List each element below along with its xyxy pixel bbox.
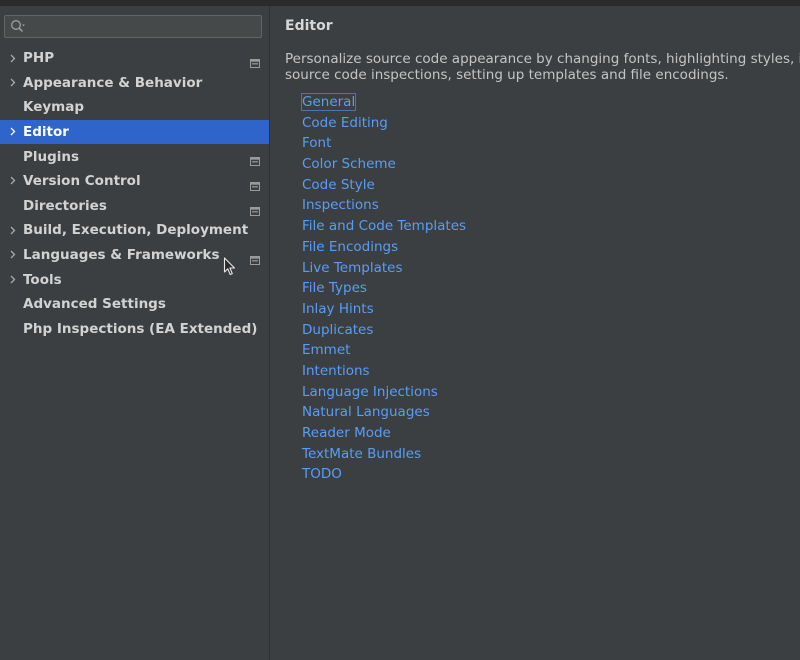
settings-search-box[interactable]	[4, 15, 262, 38]
link-color-scheme[interactable]: Color Scheme	[302, 154, 466, 175]
link-emmet[interactable]: Emmet	[302, 340, 466, 361]
sidebar-item-build-execution-deployment[interactable]: Build, Execution, Deployment	[0, 218, 269, 243]
sidebar-item-php-inspections-ea-extended[interactable]: Php Inspections (EA Extended)	[0, 317, 269, 342]
sidebar-item-label: Keymap	[23, 99, 85, 116]
page-description: Personalize source code appearance by ch…	[285, 51, 800, 83]
link-label: Emmet	[302, 342, 351, 359]
link-code-style[interactable]: Code Style	[302, 175, 466, 196]
mouse-pointer-icon	[223, 257, 236, 276]
sidebar-item-advanced-settings[interactable]: Advanced Settings	[0, 292, 269, 317]
settings-tree: PHP Appearance & Behavior Keymap Editor Plug…	[0, 46, 269, 341]
sidebar-item-label: Php Inspections (EA Extended)	[23, 320, 258, 337]
sidebar-item-label: Tools	[23, 271, 62, 288]
link-label: Inlay Hints	[302, 300, 374, 317]
sidebar-item-label: Directories	[23, 197, 107, 214]
chevron-right-icon[interactable]	[8, 218, 18, 242]
sidebar-item-label: Editor	[23, 124, 69, 141]
sidebar-item-directories[interactable]: Directories	[0, 194, 269, 219]
link-label: Inspections	[302, 197, 379, 214]
link-label: File and Code Templates	[302, 218, 467, 235]
link-label: Color Scheme	[302, 156, 396, 173]
search-icon[interactable]	[10, 19, 26, 34]
description-line-1: Personalize source code appearance by ch…	[285, 51, 800, 67]
link-label: Intentions	[302, 362, 370, 379]
link-label: TODO	[302, 466, 342, 483]
page-title: Editor	[285, 18, 333, 34]
link-label: Font	[302, 135, 332, 152]
link-reader-mode[interactable]: Reader Mode	[302, 423, 466, 444]
link-intentions[interactable]: Intentions	[302, 361, 466, 382]
link-file-encodings[interactable]: File Encodings	[302, 237, 466, 258]
chevron-right-icon[interactable]	[8, 71, 18, 95]
link-label: TextMate Bundles	[302, 445, 422, 462]
chevron-right-icon[interactable]	[8, 267, 18, 291]
chevron-right-icon[interactable]	[8, 169, 18, 193]
sidebar-item-appearance-and-behavior[interactable]: Appearance & Behavior	[0, 71, 269, 96]
link-inlay-hints[interactable]: Inlay Hints	[302, 299, 466, 320]
sidebar-item-plugins[interactable]: Plugins	[0, 144, 269, 169]
link-duplicates[interactable]: Duplicates	[302, 320, 466, 341]
link-label: General	[300, 93, 357, 111]
sidebar-item-label: PHP	[23, 50, 55, 67]
link-language-injections[interactable]: Language Injections	[302, 382, 466, 403]
link-code-editing[interactable]: Code Editing	[302, 113, 466, 134]
sidebar-item-label: Appearance & Behavior	[23, 74, 203, 91]
subpage-links: General Code Editing Font Color Scheme Code …	[300, 92, 466, 485]
sidebar-item-label: Advanced Settings	[23, 296, 166, 313]
project-scope-icon	[250, 176, 260, 191]
sidebar-item-keymap[interactable]: Keymap	[0, 95, 269, 120]
search-input[interactable]	[29, 18, 257, 35]
link-label: Code Editing	[302, 114, 388, 131]
project-scope-icon	[250, 53, 260, 68]
sidebar-item-label: Plugins	[23, 148, 80, 165]
link-natural-languages[interactable]: Natural Languages	[302, 402, 466, 423]
chevron-right-icon[interactable]	[8, 120, 18, 144]
project-scope-icon	[250, 201, 260, 216]
link-inspections[interactable]: Inspections	[302, 195, 466, 216]
link-font[interactable]: Font	[302, 133, 466, 154]
link-label: Reader Mode	[302, 425, 391, 441]
link-todo[interactable]: TODO	[302, 464, 466, 485]
chevron-right-icon[interactable]	[8, 46, 18, 70]
description-line-2: source code inspections, setting up temp…	[285, 67, 729, 83]
link-label: File Types	[302, 280, 367, 297]
link-label: Language Injections	[302, 383, 438, 400]
sidebar-item-version-control[interactable]: Version Control	[0, 169, 269, 194]
settings-sidebar: PHP Appearance & Behavior Keymap Editor Plug…	[0, 6, 269, 660]
link-label: Natural Languages	[302, 404, 430, 421]
link-label: Live Templates	[302, 259, 403, 276]
sidebar-item-label: Languages & Frameworks	[23, 247, 220, 264]
sidebar-item-php[interactable]: PHP	[0, 46, 269, 71]
editor-settings-page: Editor Personalize source code appearanc…	[270, 6, 800, 660]
link-label: Duplicates	[302, 321, 374, 338]
link-textmate-bundles[interactable]: TextMate Bundles	[302, 444, 466, 465]
link-live-templates[interactable]: Live Templates	[302, 258, 466, 279]
project-scope-icon	[250, 250, 260, 265]
chevron-right-icon[interactable]	[8, 243, 18, 267]
sidebar-item-label: Build, Execution, Deployment	[23, 222, 249, 239]
link-label: File Encodings	[302, 238, 399, 255]
project-scope-icon	[250, 151, 260, 167]
link-general[interactable]: General	[300, 92, 466, 113]
link-label: Code Style	[302, 176, 375, 193]
link-file-types[interactable]: File Types	[302, 278, 466, 299]
link-file-and-code-templates[interactable]: File and Code Templates	[302, 216, 466, 237]
sidebar-item-label: Version Control	[23, 173, 141, 190]
sidebar-item-editor[interactable]: Editor	[0, 119, 269, 145]
